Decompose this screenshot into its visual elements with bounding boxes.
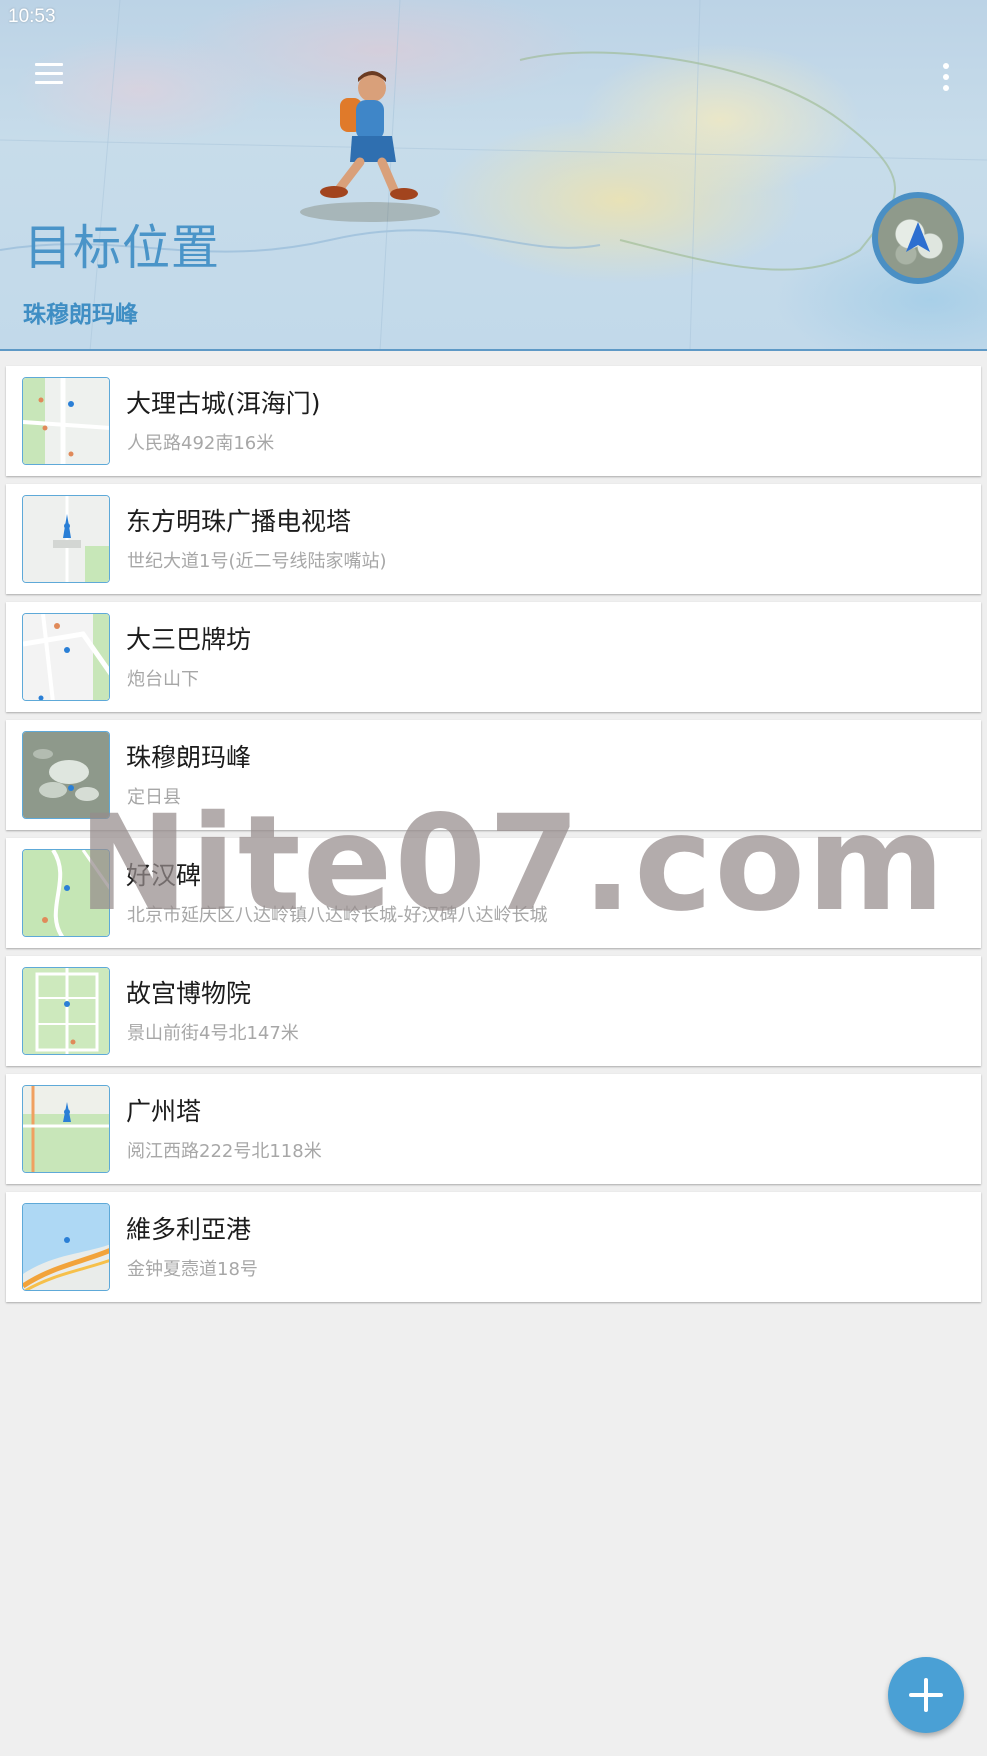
header-banner: 10:53 目标位置 珠穆朗玛峰: [0, 0, 987, 351]
list-item[interactable]: 維多利亞港 金钟夏悫道18号: [6, 1192, 981, 1302]
location-address: 北京市延庆区八达岭镇八达岭长城-好汉碑八达岭长城: [127, 905, 548, 926]
location-title: 大理古城(洱海门): [126, 389, 321, 418]
location-title: 好汉碑: [126, 861, 202, 890]
list-item[interactable]: 故宫博物院 景山前街4号北147米: [6, 956, 981, 1066]
navigation-arrow-icon: [906, 222, 930, 252]
current-target-subtitle: 珠穆朗玛峰: [23, 302, 138, 328]
location-address: 炮台山下: [127, 669, 199, 690]
more-options-button[interactable]: [928, 55, 964, 99]
map-thumbnail-harbor: [22, 1203, 110, 1291]
location-list: 大理古城(洱海门) 人民路492南16米 东方明珠广播电视塔 世纪大道1号(近二…: [6, 366, 981, 1310]
status-bar-time: 10:53: [8, 6, 56, 27]
location-address: 金钟夏悫道18号: [127, 1259, 258, 1280]
list-item[interactable]: 东方明珠广播电视塔 世纪大道1号(近二号线陆家嘴站): [6, 484, 981, 594]
location-address: 阅江西路222号北118米: [127, 1141, 322, 1162]
location-title: 广州塔: [126, 1097, 202, 1126]
location-title: 故宫博物院: [126, 979, 252, 1008]
list-item[interactable]: 广州塔 阅江西路222号北118米: [6, 1074, 981, 1184]
location-title: 大三巴牌坊: [126, 625, 252, 654]
traveler-figure-image: [300, 71, 440, 222]
map-thumbnail-satellite: [22, 731, 110, 819]
location-title: 維多利亞港: [126, 1215, 252, 1244]
location-address: 世纪大道1号(近二号线陆家嘴站): [127, 551, 387, 572]
list-item[interactable]: 大理古城(洱海门) 人民路492南16米: [6, 366, 981, 476]
map-thumbnail-park: [22, 1085, 110, 1173]
list-item[interactable]: 好汉碑 北京市延庆区八达岭镇八达岭长城-好汉碑八达岭长城: [6, 838, 981, 948]
map-background: [0, 0, 987, 351]
map-thumbnail-street: [22, 613, 110, 701]
list-item[interactable]: 珠穆朗玛峰 定日县: [6, 720, 981, 830]
map-thumbnail-park: [22, 849, 110, 937]
page-title: 目标位置: [24, 220, 221, 276]
map-thumbnail-street: [22, 377, 110, 465]
current-location-avatar[interactable]: [872, 192, 964, 284]
more-vert-icon: [943, 63, 949, 69]
list-item[interactable]: 大三巴牌坊 炮台山下: [6, 602, 981, 712]
menu-button[interactable]: [28, 52, 70, 94]
location-address: 定日县: [127, 787, 181, 808]
add-location-button[interactable]: [888, 1657, 964, 1733]
map-thumbnail-tower: [22, 495, 110, 583]
location-title: 珠穆朗玛峰: [126, 743, 252, 772]
location-title: 东方明珠广播电视塔: [126, 507, 352, 536]
map-thumbnail-palace: [22, 967, 110, 1055]
location-address: 景山前街4号北147米: [127, 1023, 299, 1044]
hamburger-menu-icon: [35, 62, 63, 66]
location-address: 人民路492南16米: [127, 433, 275, 454]
